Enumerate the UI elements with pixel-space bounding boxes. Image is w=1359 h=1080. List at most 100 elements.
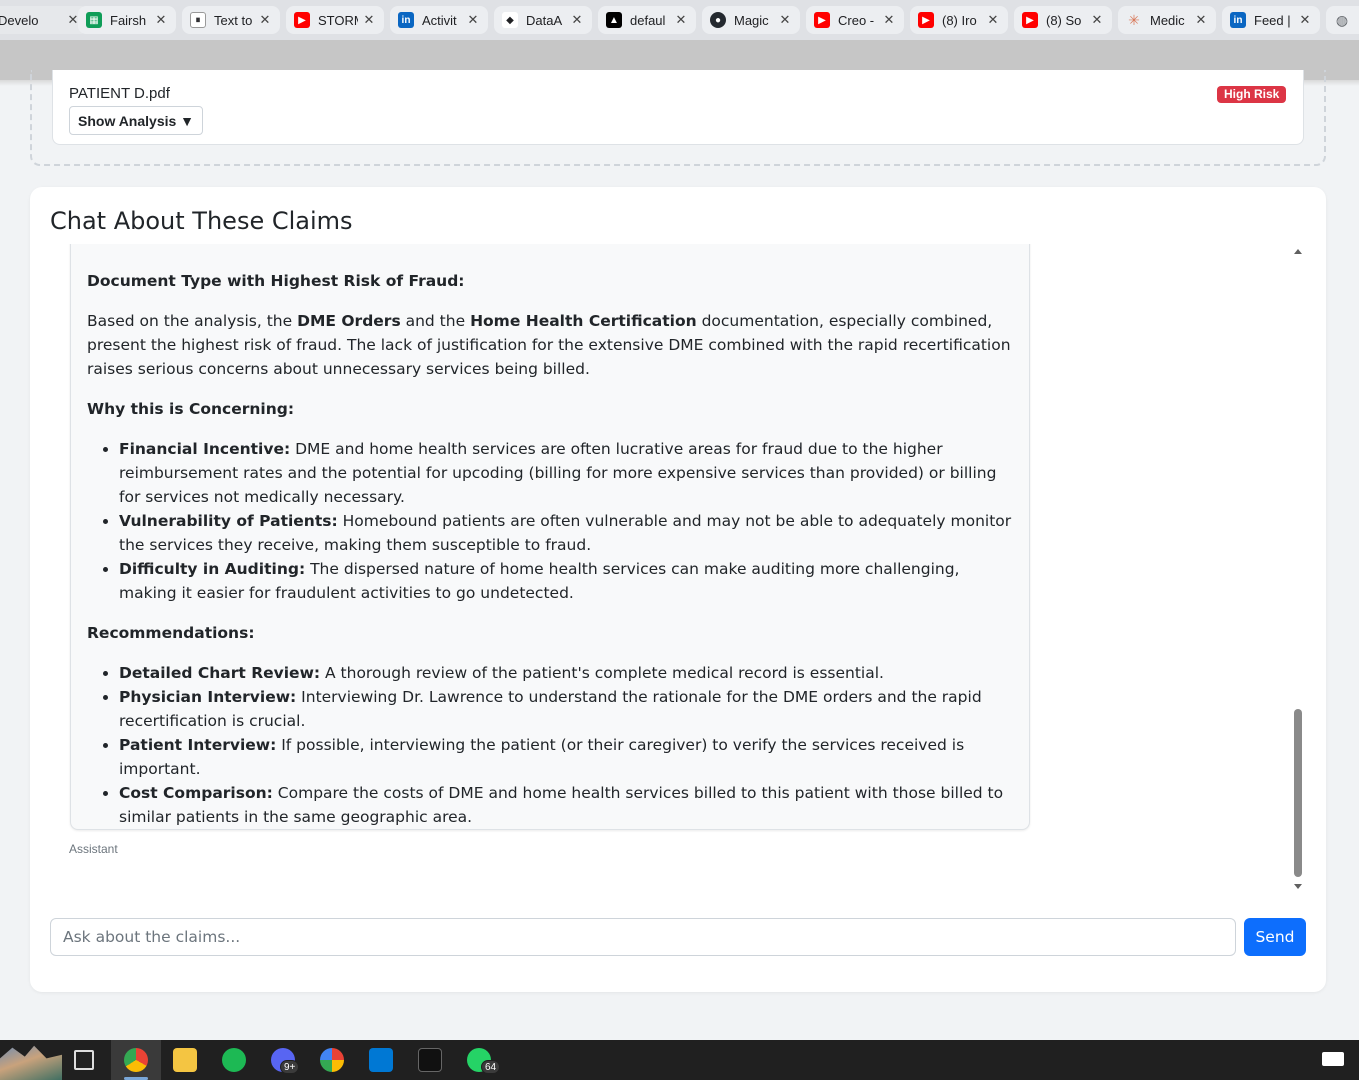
message-role-label: Assistant — [69, 842, 118, 856]
spotify-icon[interactable] — [222, 1048, 246, 1072]
tab-title: defaul — [630, 12, 666, 28]
github-icon: ● — [710, 12, 726, 28]
scrollbar-thumb[interactable] — [1294, 709, 1302, 877]
send-button[interactable]: Send — [1244, 918, 1306, 956]
list-item: Difficulty in Auditing: The dispersed na… — [119, 557, 1013, 605]
browser-tab[interactable]: Develo ✕ — [0, 6, 88, 34]
text-run: and the — [400, 312, 471, 330]
youtube-icon: ▶ — [294, 12, 310, 28]
tab-title: Fairsh — [110, 12, 147, 28]
tray-icon[interactable] — [1322, 1052, 1344, 1066]
item-text: A thorough review of the patient's compl… — [320, 664, 884, 682]
chat-scrollbar[interactable] — [1291, 244, 1305, 894]
browser-tab[interactable]: ▶ Creo - ✕ — [806, 6, 904, 34]
file-name: PATIENT D.pdf — [69, 85, 170, 102]
bold-text: DME Orders — [297, 312, 401, 330]
browser-tab[interactable]: in Activit ✕ — [390, 6, 488, 34]
close-icon[interactable]: ✕ — [1194, 12, 1208, 28]
risk-badge: High Risk — [1217, 86, 1287, 103]
sheets-icon: ▦ — [86, 12, 102, 28]
vscode-icon[interactable] — [369, 1048, 393, 1072]
browser-tab[interactable]: ✳ Medic ✕ — [1118, 6, 1216, 34]
file-explorer-icon[interactable] — [173, 1048, 197, 1072]
item-label: Patient Interview: — [119, 736, 277, 754]
close-icon[interactable]: ✕ — [1298, 12, 1312, 28]
tab-title: Medic — [1150, 12, 1185, 28]
item-label: Financial Incentive: — [119, 440, 291, 458]
tab-title: DataA — [526, 12, 563, 28]
pause-icon: ⏸ — [190, 12, 206, 28]
file-card — [52, 70, 1304, 145]
show-analysis-button[interactable]: Show Analysis ▼ — [69, 106, 204, 135]
assistant-message: Document Type with Highest Risk of Fraud… — [70, 244, 1030, 830]
terminal-app-icon[interactable] — [418, 1048, 442, 1072]
message-heading: Why this is Concerning: — [87, 400, 295, 418]
truncated-line — [87, 244, 1013, 249]
list-item: Financial Incentive: DME and home health… — [119, 437, 1013, 509]
chrome-icon[interactable] — [124, 1048, 148, 1072]
photos-icon[interactable] — [320, 1048, 344, 1072]
tab-title: Creo - — [838, 12, 875, 28]
message-heading: Document Type with Highest Risk of Fraud… — [87, 272, 465, 290]
os-taskbar: 9+ 64 — [0, 1040, 1359, 1080]
scroll-down-arrow-icon[interactable] — [1294, 884, 1302, 889]
browser-tab[interactable]: ▦ Fairsh ✕ — [78, 6, 176, 34]
scroll-up-arrow-icon[interactable] — [1294, 249, 1302, 254]
browser-tab[interactable]: in Feed | ✕ — [1222, 6, 1320, 34]
tab-title: Activit — [422, 12, 457, 28]
vercel-icon: ▲ — [606, 12, 622, 28]
message-heading: Recommendations: — [87, 624, 255, 642]
tab-title: (8) So — [1046, 12, 1082, 28]
item-label: Cost Comparison: — [119, 784, 273, 802]
task-view-icon[interactable] — [74, 1050, 94, 1070]
tab-title: Develo — [0, 12, 39, 28]
tab-title: Magic — [734, 12, 769, 28]
browser-tab[interactable]: ◍ — [1326, 6, 1359, 34]
list-item: Patient Interview: If possible, intervie… — [119, 733, 1013, 781]
browser-tab[interactable]: ⏸ Text to ✕ — [182, 6, 280, 34]
claude-icon: ✳ — [1128, 11, 1140, 28]
recommendations-list: Detailed Chart Review: A thorough review… — [87, 661, 1013, 829]
browser-tab[interactable]: ▶ STORM ✕ — [286, 6, 384, 34]
data-icon: ◆ — [502, 12, 518, 28]
browser-tab[interactable]: ▶ (8) Iro ✕ — [910, 6, 1008, 34]
list-item: Physician Interview: Interviewing Dr. La… — [119, 685, 1013, 733]
item-label: Physician Interview: — [119, 688, 297, 706]
globe-icon: ◍ — [1335, 11, 1349, 28]
item-label: Difficulty in Auditing: — [119, 560, 306, 578]
close-icon[interactable]: ✕ — [154, 12, 168, 28]
youtube-icon: ▶ — [814, 12, 830, 28]
tab-title: Text to — [214, 12, 253, 28]
item-label: Detailed Chart Review: — [119, 664, 321, 682]
chat-messages[interactable]: Document Type with Highest Risk of Fraud… — [50, 244, 1306, 894]
list-item: Vulnerability of Patients: Homebound pat… — [119, 509, 1013, 557]
chat-input[interactable] — [50, 918, 1236, 956]
concerns-list: Financial Incentive: DME and home health… — [87, 437, 1013, 605]
tab-title: Feed | — [1254, 12, 1291, 28]
browser-tab[interactable]: ◆ DataA ✕ — [494, 6, 592, 34]
close-icon[interactable]: ✕ — [362, 12, 376, 28]
close-icon[interactable]: ✕ — [258, 12, 272, 28]
linkedin-icon: in — [398, 12, 414, 28]
close-icon[interactable]: ✕ — [882, 12, 896, 28]
list-item: Cost Comparison: Compare the costs of DM… — [119, 781, 1013, 829]
notification-badge: 9+ — [280, 1060, 300, 1074]
browser-tab[interactable]: ● Magic ✕ — [702, 6, 800, 34]
tab-title: (8) Iro — [942, 12, 977, 28]
youtube-icon: ▶ — [918, 12, 934, 28]
list-item: Detailed Chart Review: A thorough review… — [119, 661, 1013, 685]
bold-text: Home Health Certification — [470, 312, 697, 330]
youtube-icon: ▶ — [1022, 12, 1038, 28]
close-icon[interactable]: ✕ — [986, 12, 1000, 28]
browser-tab[interactable]: ▲ defaul ✕ — [598, 6, 696, 34]
message-paragraph: Based on the analysis, the DME Orders an… — [87, 309, 1013, 381]
browser-tab-strip: Develo ✕ ▦ Fairsh ✕ ⏸ Text to ✕ ▶ STORM … — [0, 0, 1359, 40]
close-icon[interactable]: ✕ — [674, 12, 688, 28]
close-icon[interactable]: ✕ — [570, 12, 584, 28]
close-icon[interactable]: ✕ — [466, 12, 480, 28]
text-run: Based on the analysis, the — [87, 312, 298, 330]
close-icon[interactable]: ✕ — [1090, 12, 1104, 28]
linkedin-icon: in — [1230, 12, 1246, 28]
browser-tab[interactable]: ▶ (8) So ✕ — [1014, 6, 1112, 34]
close-icon[interactable]: ✕ — [778, 12, 792, 28]
